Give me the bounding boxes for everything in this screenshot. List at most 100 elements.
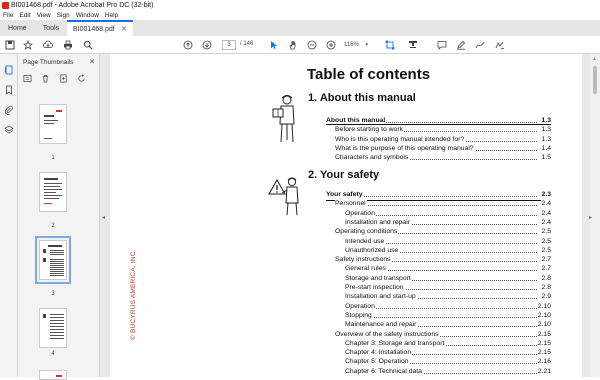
menu-help[interactable]: Help [105,12,118,19]
page-thumbnail-selected[interactable] [35,236,71,284]
page-thumbnail[interactable] [39,370,67,380]
safety-warning-illustration [268,177,299,216]
collapse-right-panel-icon[interactable]: ▸ [589,214,592,221]
toc-entry[interactable]: Chapter 3: Storage and transport 2.15 [345,339,551,349]
tab-tools-label: Tools [42,24,60,32]
toc-entry[interactable]: Pre-start inspection 2.8 [345,284,551,293]
delete-page-icon[interactable] [41,70,50,88]
close-icon[interactable]: ✕ [89,58,95,66]
toc-entry-page: 1.3 [540,126,551,134]
section-heading: 1. About this manual [308,92,416,104]
toc-entry[interactable]: Installation and repair 2.4 [345,218,551,228]
select-cursor-icon[interactable] [268,39,280,51]
toc-entry[interactable]: Operation 2.4 [345,209,551,219]
menu-sign[interactable]: Sign [57,12,70,19]
scroll-up-icon[interactable]: ▲ [592,56,597,62]
previous-page-icon[interactable] [182,39,194,51]
close-tab-icon[interactable]: ✕ [121,25,127,33]
toc-entry[interactable]: Chapter 6: Technical data 2.21 [345,367,551,377]
toc-entry-page: 2.10 [536,321,551,329]
toc-entry[interactable]: Storage and transport 2.8 [345,274,551,284]
layers-icon[interactable] [3,124,15,136]
page-thumbnails-icon[interactable] [3,64,15,76]
toc-entry-page: 2.21 [536,367,551,375]
toc-entry[interactable]: Operation 2.10 [345,302,551,312]
toc-entry-text: Storage and transport [345,274,412,282]
toc-entry[interactable]: Installation and start-up 2.9 [345,293,551,302]
menu-edit[interactable]: Edit [19,12,30,19]
toc-entry[interactable]: Chapter 4: Installation 2.15 [345,349,551,358]
insert-page-icon[interactable] [59,70,68,88]
toc-entry-text: Your safety [326,191,364,198]
tab-document-label: BI001468.pdf [73,25,115,33]
sign-icon[interactable] [494,39,506,51]
tab-tools[interactable]: Tools [35,20,67,36]
next-page-icon[interactable] [201,39,213,51]
print-icon[interactable] [62,39,74,51]
save-icon[interactable] [4,39,16,51]
toc-entry-text: Chapter 5: Operation [345,358,410,366]
toc-entry-page: 2.10 [536,302,551,310]
toc-entry[interactable]: Who is this operating manual intended fo… [335,135,551,145]
search-icon[interactable] [82,39,94,51]
toc-entry[interactable]: Overview of the safety instructions 2.15 [335,330,551,340]
toc-entry[interactable]: Your safety 2.3 [326,191,551,200]
bookmarks-icon[interactable] [3,84,15,96]
menu-view[interactable]: View [37,12,51,19]
toc-entry[interactable]: Chapter 5: Operation 2.16 [345,358,551,367]
thumbnail-page-number: 3 [51,291,55,297]
toc-entry-page: 2.3 [540,191,551,198]
toc-entry[interactable]: Unauthorized use 2.5 [345,246,551,256]
toc-entry[interactable]: What is the purpose of this operating ma… [335,144,551,154]
upload-cloud-icon[interactable] [42,39,54,51]
toc-entry-page: 2.7 [540,265,551,273]
toc-entry-page: 2.9 [540,293,551,301]
toc-leader-dots [345,316,537,318]
toc-entry[interactable]: Characters and symbols 1.5 [335,154,551,163]
toc-entry[interactable]: Personnel 2.4 [335,200,551,209]
toc-entry-page: 2.8 [540,274,551,282]
toc-entry-text: Who is this operating manual intended fo… [335,135,466,143]
toc-entry[interactable]: Maintenance and repair 2.10 [345,321,551,330]
rotate-page-icon[interactable] [77,70,86,88]
thumbnail-options-icon[interactable] [23,70,32,88]
toc-entry[interactable]: Operating conditions 2.5 [335,228,551,237]
bookmark-star-icon[interactable] [22,39,34,51]
comment-icon[interactable] [436,39,448,51]
hand-tool-icon[interactable] [287,39,299,51]
thumbnails-panel-title: Page Thumbnails [23,58,74,66]
toc-entry[interactable]: Safety instructions 2.7 [335,256,551,265]
toc-entry-page: 2.15 [536,349,551,357]
page-thumbnail[interactable] [39,308,67,348]
zoom-level-dropdown[interactable]: 116% ▾ [342,40,370,50]
menu-window[interactable]: Window [76,12,99,19]
draw-freeform-icon[interactable] [474,39,486,51]
collapse-left-panel-icon[interactable]: ◂ [102,214,105,221]
toc-entry[interactable]: General rules 2.7 [345,265,551,274]
attachments-icon[interactable] [3,104,15,116]
tab-document[interactable]: BI001468.pdf ✕ [67,20,134,36]
thumbnails-header: Page Thumbnails ✕ [18,54,100,70]
page-thumbnail[interactable] [39,172,67,212]
tab-home[interactable]: Home [0,20,35,36]
zoom-in-icon[interactable] [325,39,337,51]
toc-entry-page: 2.16 [536,358,551,366]
page-display-icon[interactable] [407,39,419,51]
toc-entry-text: Safety instructions [335,256,392,264]
toc-entry[interactable]: Stopping 2.10 [345,311,551,321]
page-thumbnail[interactable] [39,104,67,144]
zoom-out-icon[interactable] [306,39,318,51]
page-thumbnails-panel: Page Thumbnails ✕ 1 2 3 4 [18,54,114,380]
acrobat-app-icon [2,1,9,9]
toc-entry[interactable]: About this manual 1.3 [326,117,551,126]
menu-file[interactable]: File [3,12,13,19]
toc-entry-text: Unauthorized use [345,246,400,254]
toc-entry[interactable]: Before starting to work 1.3 [335,126,551,135]
toc-entry[interactable]: Intended use 2.5 [345,237,551,247]
fit-page-icon[interactable] [384,39,396,51]
highlight-pen-icon[interactable] [455,39,467,51]
page-number-input[interactable]: 3 [222,40,236,50]
chevron-down-icon: ▾ [365,42,368,48]
title-bar: BI001468.pdf - Adobe Acrobat Pro DC (32-… [0,0,600,10]
toc-entry-page: 1.3 [540,135,551,143]
